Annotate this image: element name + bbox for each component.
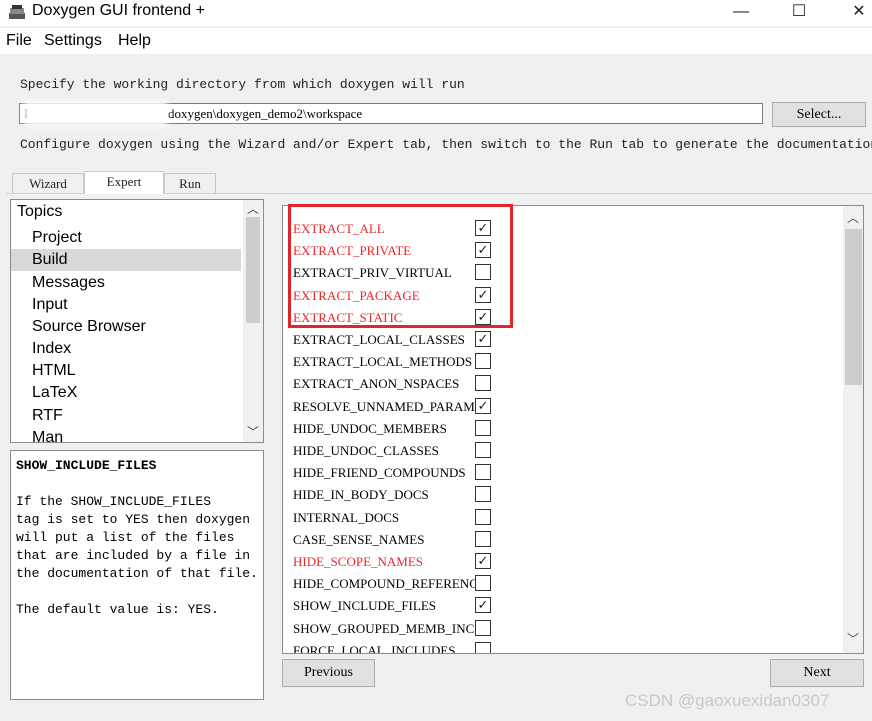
tab-wizard[interactable]: Wizard — [12, 173, 84, 193]
options-scroll-thumb[interactable] — [845, 229, 862, 385]
next-button[interactable]: Next — [770, 659, 864, 687]
topic-input[interactable]: Input — [11, 294, 241, 316]
checkmark-icon: ✓ — [477, 553, 489, 568]
option-label: SHOW_INCLUDE_FILES — [293, 598, 436, 614]
scroll-up-icon[interactable]: ︿ — [243, 201, 263, 217]
option-label: RESOLVE_UNNAMED_PARAMS — [293, 398, 483, 414]
annotation-highlight-box — [288, 204, 513, 328]
topic-index[interactable]: Index — [11, 338, 241, 360]
checkmark-icon: ✓ — [477, 397, 489, 413]
working-dir-label: Specify the working directory from which… — [20, 77, 465, 92]
title-bar: Doxygen GUI frontend + — ☐ ✕ — [0, 0, 872, 26]
topic-project[interactable]: Project — [11, 227, 241, 249]
help-default: The default value is: YES. — [16, 602, 219, 617]
checkmark-icon: ✓ — [477, 331, 489, 346]
option-label: HIDE_UNDOC_CLASSES — [293, 443, 439, 458]
topic-messages[interactable]: Messages — [11, 272, 241, 294]
option-checkbox[interactable] — [475, 619, 491, 636]
topic-build[interactable]: Build — [11, 249, 241, 271]
option-checkbox[interactable] — [475, 508, 491, 525]
option-row: HIDE_SCOPE_NAMES ✓ — [283, 552, 843, 574]
doxygen-app-icon — [9, 5, 25, 19]
options-scrollbar[interactable]: ︿ ﹀ — [843, 206, 863, 653]
help-line: tag is set to YES then doxygen — [16, 512, 251, 527]
topic-latex[interactable]: LaTeX — [11, 382, 241, 404]
option-checkbox[interactable] — [475, 442, 491, 458]
option-label: EXTRACT_ANON_NSPACES — [293, 376, 460, 392]
option-checkbox[interactable]: ✓ — [475, 331, 491, 347]
select-dir-button[interactable]: Select... — [772, 102, 866, 127]
topics-header: Topics — [17, 203, 63, 220]
option-row: HIDE_IN_BODY_DOCS — [283, 485, 843, 507]
option-label: HIDE_FRIEND_COMPOUNDS — [293, 465, 466, 481]
option-row: EXTRACT_LOCAL_CLASSES ✓ — [283, 330, 843, 352]
topic-man[interactable]: Man — [11, 427, 241, 442]
menu-help[interactable]: Help — [118, 32, 151, 50]
watermark: CSDN @gaoxuexidan0307 — [625, 691, 830, 710]
option-checkbox[interactable] — [475, 486, 491, 503]
option-row: EXTRACT_LOCAL_METHODS — [283, 352, 843, 374]
option-row: SHOW_GROUPED_MEMB_INC — [283, 619, 843, 641]
option-row: HIDE_COMPOUND_REFERENCE — [283, 574, 843, 596]
help-title: SHOW_INCLUDE_FILES — [16, 458, 157, 473]
tab-run[interactable]: Run — [164, 173, 216, 193]
topics-scroll-thumb[interactable] — [246, 217, 260, 323]
previous-button[interactable]: Previous — [282, 659, 375, 687]
window-title: Doxygen GUI frontend + — [32, 2, 205, 19]
option-checkbox[interactable] — [475, 575, 491, 592]
topic-html[interactable]: HTML — [11, 360, 241, 382]
help-line: If the SHOW_INCLUDE_FILES — [16, 494, 212, 509]
configure-hint: Configure doxygen using the Wizard and/o… — [20, 137, 872, 152]
close-button[interactable]: ✕ — [836, 0, 872, 24]
option-label: CASE_SENSE_NAMES — [293, 531, 425, 547]
option-label: HIDE_UNDOC_MEMBERS — [293, 420, 447, 436]
scroll-down-icon[interactable]: ﹀ — [243, 424, 263, 440]
option-checkbox[interactable]: ✓ — [475, 597, 491, 614]
option-label: HIDE_SCOPE_NAMES — [293, 554, 424, 569]
option-checkbox[interactable]: ✓ — [475, 553, 491, 569]
menu-bar: File Settings Help — [0, 28, 872, 54]
help-line: that are included by a file in — [16, 548, 251, 563]
menu-file[interactable]: File — [6, 32, 32, 50]
option-checkbox[interactable] — [475, 530, 491, 547]
topic-source-browser[interactable]: Source Browser — [11, 316, 241, 338]
topics-list[interactable]: Topics Project Build Messages Input Sour… — [10, 199, 264, 443]
option-label: SHOW_GROUPED_MEMB_INC — [293, 620, 475, 636]
option-label: FORCE_LOCAL_INCLUDES — [293, 642, 456, 654]
option-checkbox[interactable] — [475, 375, 491, 392]
topics-scrollbar[interactable]: ︿ ﹀ — [243, 200, 263, 442]
option-row: CASE_SENSE_NAMES — [283, 530, 843, 552]
option-row: INTERNAL_DOCS — [283, 508, 843, 530]
option-label: INTERNAL_DOCS — [293, 509, 400, 525]
working-dir-value: doxygen\doxygen_demo2\workspace — [167, 106, 363, 121]
option-label: HIDE_COMPOUND_REFERENCE — [293, 576, 486, 592]
help-panel: SHOW_INCLUDE_FILES If the SHOW_INCLUDE_F… — [10, 450, 264, 700]
option-row: SHOW_INCLUDE_FILES ✓ — [283, 596, 843, 618]
redaction-blur — [28, 105, 163, 122]
option-checkbox[interactable] — [475, 641, 491, 653]
scroll-down-icon[interactable]: ﹀ — [843, 631, 863, 647]
option-row: FORCE_LOCAL_INCLUDES — [283, 641, 843, 654]
topic-rtf[interactable]: RTF — [11, 405, 241, 427]
option-checkbox[interactable] — [475, 464, 491, 481]
option-checkbox[interactable]: ✓ — [475, 397, 491, 414]
tab-expert[interactable]: Expert — [84, 171, 164, 194]
option-row: RESOLVE_UNNAMED_PARAMS ✓ — [283, 397, 843, 419]
option-label: HIDE_IN_BODY_DOCS — [293, 487, 429, 503]
option-checkbox[interactable] — [475, 353, 491, 370]
option-row: EXTRACT_ANON_NSPACES — [283, 374, 843, 396]
option-row: HIDE_FRIEND_COMPOUNDS — [283, 463, 843, 485]
help-line: will put a list of the files — [16, 530, 235, 545]
option-row: HIDE_UNDOC_CLASSES — [283, 441, 843, 463]
option-label: EXTRACT_LOCAL_CLASSES — [293, 332, 465, 347]
minimize-button[interactable]: — — [718, 0, 764, 24]
maximize-button[interactable]: ☐ — [776, 0, 822, 24]
option-row: HIDE_UNDOC_MEMBERS — [283, 419, 843, 441]
option-checkbox[interactable] — [475, 419, 491, 436]
option-label: EXTRACT_LOCAL_METHODS — [293, 354, 473, 370]
scroll-up-icon[interactable]: ︿ — [843, 210, 863, 226]
checkmark-icon: ✓ — [477, 597, 489, 613]
menu-settings[interactable]: Settings — [44, 32, 102, 50]
help-line: the documentation of that file. — [16, 566, 258, 581]
